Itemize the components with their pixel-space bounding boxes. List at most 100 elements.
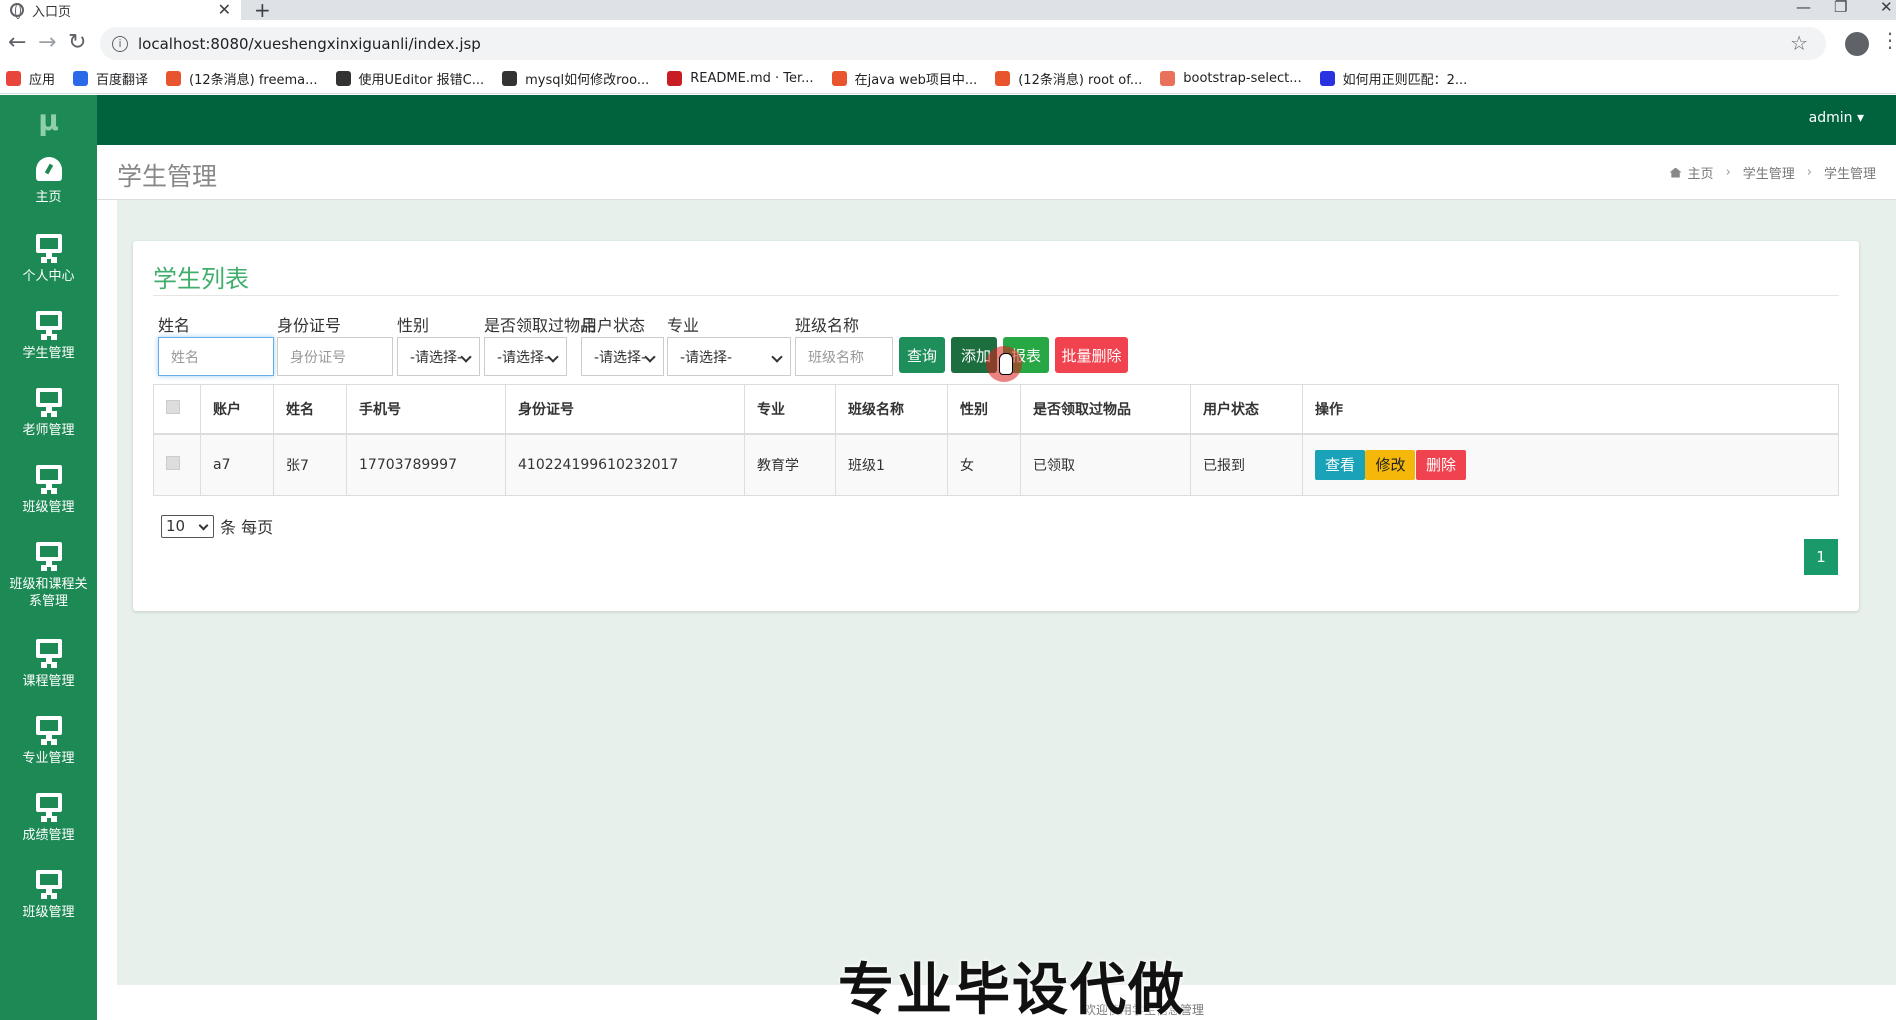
bookmark-item[interactable]: mysql如何修改roo... (502, 69, 649, 88)
bookmark-label: 在java web项目中... (854, 73, 978, 88)
bookmark-item[interactable]: 百度翻译 (73, 69, 148, 88)
bookmark-star-icon[interactable]: ☆ (1790, 31, 1808, 55)
major-select[interactable]: -请选择- (667, 337, 791, 376)
monitor-icon (35, 234, 62, 259)
breadcrumb-separator-icon: › (1806, 165, 1812, 180)
sidebar-item[interactable]: 成绩管理 (0, 781, 97, 858)
reload-icon[interactable]: ↻ (68, 30, 86, 55)
sidebar-nav: 主页 个人中心 学生管理 老师管理 班级管理 班级和课程关系管理 课程管理 专业管理 成绩管理班… (0, 145, 97, 1020)
per-page-label: 条 每页 (220, 518, 274, 537)
close-tab-icon[interactable]: ✕ (218, 0, 231, 19)
bookmark-item[interactable]: (12条消息) root of... (995, 69, 1142, 88)
sidebar-item-label: 老师管理 (22, 423, 75, 438)
breadcrumb-section[interactable]: 学生管理 (1743, 163, 1795, 182)
sidebar-item[interactable]: 班级管理 (0, 453, 97, 530)
sidebar-item[interactable]: 班级管理 (0, 858, 97, 935)
row-select-cell (153, 433, 201, 496)
bookmark-label: 应用 (29, 73, 56, 88)
bookmark-item[interactable]: 如何用正则匹配：2... (1319, 69, 1467, 88)
new-tab-icon[interactable]: + (254, 0, 271, 22)
classname-input[interactable]: 班级名称 (795, 337, 893, 376)
hook-icon (502, 71, 518, 86)
bookmark-label: 百度翻译 (96, 73, 149, 88)
card-divider (153, 295, 1839, 296)
browser-menu-icon[interactable]: ⋮ (1880, 28, 1896, 52)
breadcrumb-current: 学生管理 (1823, 167, 1876, 182)
name-input[interactable]: 姓名 (158, 337, 274, 376)
pagination-page-1[interactable]: 1 (1804, 539, 1838, 575)
baidu-paw-icon (1319, 71, 1335, 86)
status-select[interactable]: -请选择- (581, 337, 664, 376)
bookmark-item[interactable]: 应用 (6, 69, 55, 88)
filter-label-name: 姓名 (158, 316, 191, 335)
sidebar-item-label: 主页 (35, 190, 62, 205)
cell-phone: 17703789997 (346, 433, 506, 496)
student-list-card: 学生列表 姓名 身份证号 性别 是否领取过物品 用户状态 专业 班级名称 姓名 … (133, 241, 1859, 611)
row-checkbox[interactable] (166, 455, 180, 470)
restore-icon[interactable]: ❐ (1834, 0, 1847, 16)
select-all-checkbox[interactable] (166, 399, 180, 414)
sidebar-item[interactable]: 个人中心 (0, 222, 97, 299)
cell-idcard: 410224199610232017 (505, 433, 745, 496)
cell-gender: 女 (947, 433, 1021, 496)
bookmark-item[interactable]: README.md · Ter... (667, 71, 814, 86)
column-header: 班级名称 (835, 384, 948, 435)
cell-name: 张7 (273, 433, 347, 496)
filter-label-classname: 班级名称 (795, 316, 860, 335)
gender-select[interactable]: -请选择- (397, 337, 480, 376)
close-window-icon[interactable]: ✕ (1880, 0, 1893, 16)
bookmark-item[interactable]: bootstrap-select... (1160, 71, 1302, 86)
column-header: 专业 (744, 384, 836, 435)
user-menu[interactable]: admin ▾ (1809, 110, 1864, 126)
delete-button[interactable]: 删除 (1415, 449, 1466, 480)
url-omnibox[interactable]: i localhost:8080/xueshengxinxiguanli/ind… (100, 27, 1826, 60)
bookmark-label: mysql如何修改roo... (525, 73, 650, 88)
monitor-icon (35, 639, 62, 664)
monitor-icon (35, 465, 62, 490)
monitor-icon (35, 716, 62, 741)
edit-button[interactable]: 修改 (1365, 449, 1416, 480)
hand-cursor-icon (999, 353, 1013, 375)
sidebar-item[interactable]: 老师管理 (0, 376, 97, 453)
sidebar-item[interactable]: 主页 (0, 145, 97, 222)
minimize-icon[interactable]: — (1796, 0, 1811, 16)
jianshu-icon (1160, 71, 1176, 86)
main-content: 学生列表 姓名 身份证号 性别 是否领取过物品 用户状态 专业 班级名称 姓名 … (117, 200, 1896, 985)
sidebar-item[interactable]: 专业管理 (0, 704, 97, 781)
breadcrumb: 主页 › 学生管理 › 学生管理 (1669, 163, 1876, 182)
idcard-input[interactable]: 身份证号 (277, 337, 393, 376)
sidebar-item[interactable]: 学生管理 (0, 299, 97, 376)
cell-classname: 班级1 (835, 433, 948, 496)
sidebar-item-label: 班级和课程关系管理 (9, 577, 88, 609)
sidebar-item-label: 学生管理 (22, 346, 75, 361)
monitor-icon (35, 793, 62, 818)
sidebar-item[interactable]: 班级和课程关系管理 (0, 530, 97, 627)
cell-major: 教育学 (744, 433, 836, 496)
batch-delete-button[interactable]: 批量删除 (1055, 337, 1128, 373)
monitor-icon (35, 311, 62, 336)
bookmarks-bar: 应用 百度翻译 (12条消息) freema... 使用UEditor 报错C... m… (0, 64, 1896, 94)
breadcrumb-home[interactable]: 主页 (1688, 163, 1714, 182)
column-header: 性别 (947, 384, 1021, 435)
view-button[interactable]: 查看 (1315, 449, 1366, 480)
bookmark-item[interactable]: 在java web项目中... (831, 69, 978, 88)
app-logo[interactable]: μ (0, 95, 97, 145)
browser-tab[interactable]: 入口页 ✕ (0, 0, 241, 20)
sidebar-item-label: 课程管理 (22, 674, 75, 689)
received-select[interactable]: -请选择- (484, 337, 567, 376)
site-info-icon[interactable]: i (112, 35, 128, 52)
filter-label-status: 用户状态 (581, 316, 646, 335)
back-arrow-icon[interactable]: ← (8, 30, 26, 55)
sidebar-item[interactable]: 课程管理 (0, 627, 97, 704)
address-bar-row: ← → ↻ i localhost:8080/xueshengxinxiguan… (0, 20, 1896, 68)
profile-avatar-icon[interactable] (1845, 32, 1869, 56)
query-button[interactable]: 查询 (899, 337, 945, 373)
bookmark-label: bootstrap-select... (1183, 71, 1302, 86)
cell-status: 已报到 (1190, 433, 1303, 496)
forward-arrow-icon[interactable]: → (38, 30, 56, 55)
monitor-icon (35, 388, 62, 413)
bookmark-item[interactable]: 使用UEditor 报错C... (335, 69, 484, 88)
monitor-icon (35, 870, 62, 895)
bookmark-item[interactable]: (12条消息) freema... (166, 69, 318, 88)
page-size-select[interactable]: 10 (161, 514, 214, 538)
